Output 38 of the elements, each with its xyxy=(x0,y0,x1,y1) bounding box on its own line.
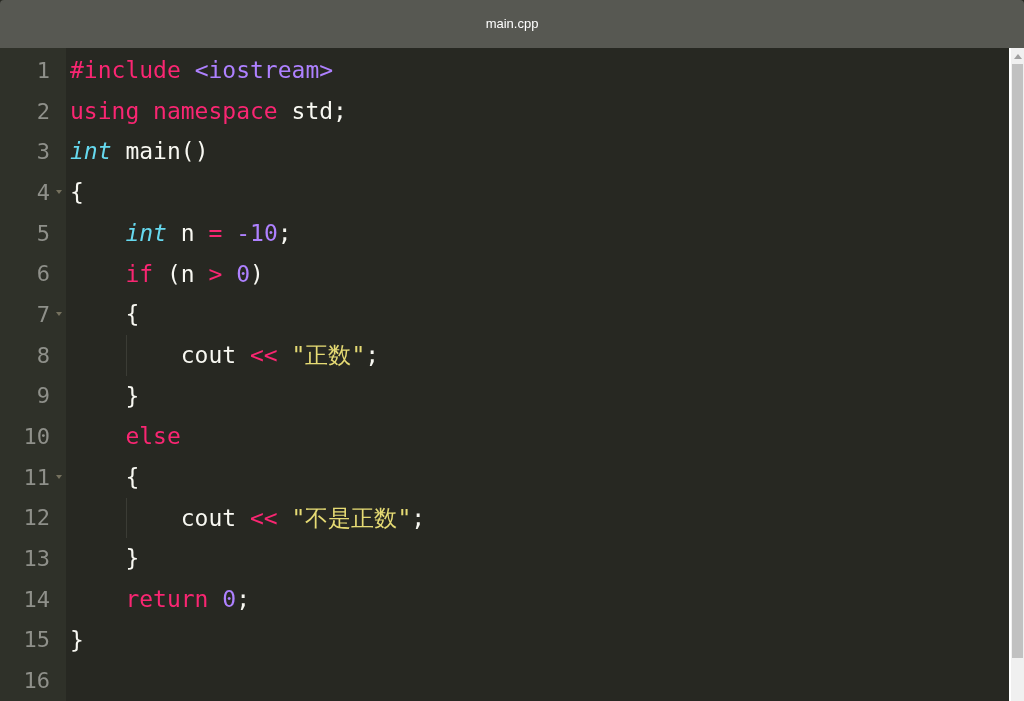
line-number: 14 xyxy=(23,585,50,614)
line-number: 10 xyxy=(23,423,50,452)
line-number: 12 xyxy=(23,504,50,533)
code-line: cout << "不是正数"; xyxy=(179,503,426,533)
line-number: 15 xyxy=(23,626,50,655)
fold-marker-icon[interactable] xyxy=(56,190,62,195)
scrollbar-thumb[interactable] xyxy=(1012,64,1023,658)
line-number: 6 xyxy=(36,260,50,289)
line-number: 13 xyxy=(23,545,50,574)
line-number: 2 xyxy=(36,97,50,126)
line-number: 4 xyxy=(36,178,50,207)
line-number: 3 xyxy=(36,138,50,167)
scroll-up-arrow-icon[interactable] xyxy=(1013,54,1022,59)
code-line: int main() xyxy=(70,137,209,167)
code-line: else xyxy=(124,422,181,452)
code-line: } xyxy=(124,381,140,411)
code-line: int n = -10; xyxy=(124,218,292,248)
line-number: 16 xyxy=(23,667,50,696)
window-title: main.cpp xyxy=(485,15,539,34)
line-number: 1 xyxy=(36,56,50,85)
code-line: { xyxy=(124,462,140,492)
code-line: #include <iostream> xyxy=(70,56,334,86)
code-line: { xyxy=(70,178,84,208)
code-line: return 0; xyxy=(124,585,251,615)
line-number: 9 xyxy=(36,382,50,411)
line-number: 5 xyxy=(36,219,50,248)
code-line: using namespace std; xyxy=(70,96,347,126)
line-number: 8 xyxy=(36,341,50,370)
line-number: 7 xyxy=(36,300,50,329)
line-number: 11 xyxy=(23,463,50,492)
code-line: cout << "正数"; xyxy=(179,340,380,370)
scrollbar[interactable] xyxy=(1009,48,1024,701)
code-line: } xyxy=(70,625,84,655)
code-line: } xyxy=(124,544,140,574)
fold-marker-icon[interactable] xyxy=(56,312,62,317)
fold-marker-icon[interactable] xyxy=(56,474,62,479)
code-line: { xyxy=(124,300,140,330)
code-line: if (n > 0) xyxy=(124,259,264,289)
